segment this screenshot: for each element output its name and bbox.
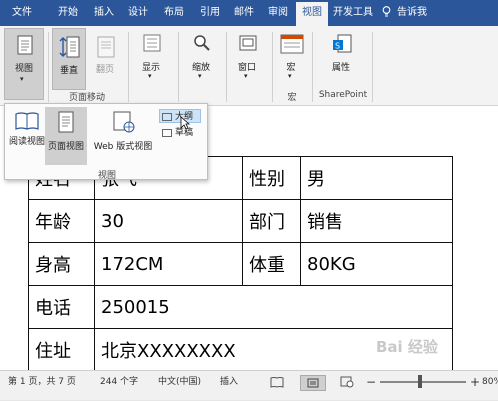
- sharepoint-group-label: SharePoint: [318, 90, 368, 100]
- views-button-label: 视图: [14, 64, 33, 74]
- show-button[interactable]: 显示 ▾: [134, 28, 170, 90]
- outline-icon: [162, 112, 172, 121]
- tab-mailings[interactable]: 邮件: [228, 0, 260, 26]
- window-icon: [239, 35, 257, 51]
- sharepoint-properties-icon: S: [333, 34, 352, 53]
- ribbon-tab-bar: 文件 开始 插入 设计 布局 引用 邮件 审阅 视图 开发工具 告诉我: [0, 0, 498, 26]
- table-cell[interactable]: 30: [94, 199, 243, 243]
- views-dropdown: 阅读视图 页面视图 Web 版式视图 大纲 草稿 视图: [4, 103, 208, 181]
- zoom-slider-thumb[interactable]: [418, 375, 422, 388]
- read-mode-icon: [270, 376, 284, 388]
- show-icon: [143, 34, 161, 52]
- zoom-slider-track[interactable]: [380, 381, 466, 383]
- side-to-side-label: 翻页: [95, 65, 114, 75]
- chevron-down-icon: ▾: [20, 75, 24, 83]
- zoom-out-button[interactable]: −: [366, 371, 376, 401]
- read-mode-status-button[interactable]: [270, 371, 284, 401]
- views-group-label: 视图: [97, 171, 116, 181]
- lightbulb-icon: [382, 6, 391, 17]
- mouse-cursor-icon: [180, 116, 190, 130]
- print-layout-icon: [307, 378, 319, 387]
- table-cell[interactable]: 体重: [242, 242, 301, 286]
- vertical-scroll-icon: [59, 36, 80, 58]
- web-layout-icon: [113, 111, 135, 133]
- web-layout-status-button[interactable]: [340, 371, 354, 401]
- table-cell[interactable]: 部门: [242, 199, 301, 243]
- table-cell[interactable]: 住址: [28, 328, 95, 370]
- print-layout-status-button[interactable]: [300, 375, 326, 391]
- tab-layout[interactable]: 布局: [158, 0, 190, 26]
- web-layout-icon: [340, 376, 354, 387]
- zoom-level[interactable]: 80%: [482, 371, 498, 401]
- vertical-button[interactable]: 垂直: [52, 28, 86, 90]
- insert-mode[interactable]: 插入: [220, 371, 238, 401]
- read-mode-button[interactable]: 阅读视图: [7, 107, 47, 167]
- zoom-button[interactable]: 缩放 ▾: [184, 28, 220, 90]
- table-row: 年龄 30 部门 销售: [28, 199, 453, 243]
- magnifier-icon: [194, 35, 210, 51]
- table-cell[interactable]: 性别: [242, 156, 301, 200]
- properties-label: 属性: [331, 63, 350, 73]
- word-count[interactable]: 244 个字: [100, 371, 138, 401]
- tab-references[interactable]: 引用: [194, 0, 226, 26]
- table-cell[interactable]: 身高: [28, 242, 95, 286]
- vertical-label: 垂直: [59, 66, 78, 76]
- side-to-side-button[interactable]: 翻页: [90, 28, 122, 90]
- macros-button[interactable]: 宏 ▾: [276, 28, 308, 90]
- tell-me-box[interactable]: 告诉我: [382, 0, 427, 26]
- properties-button[interactable]: S 属性: [322, 28, 362, 90]
- table-row: 电话 250015: [28, 285, 453, 329]
- chevron-down-icon: ▾: [198, 72, 202, 80]
- macros-group-label: 宏: [287, 93, 297, 103]
- read-mode-label: 阅读视图: [9, 137, 46, 147]
- tell-me-label: 告诉我: [397, 7, 427, 18]
- page-movement-group-label: 页面移动: [68, 93, 105, 103]
- chevron-down-icon: ▾: [288, 72, 292, 80]
- status-bar: 第 1 页，共 7 页 244 个字 中文(中国) 插入 − + 80%: [0, 370, 498, 400]
- zoom-in-button[interactable]: +: [470, 371, 480, 401]
- chevron-down-icon: ▾: [244, 72, 248, 80]
- macros-icon: [280, 34, 304, 54]
- chevron-down-icon: ▾: [148, 72, 152, 80]
- print-layout-label: 页面视图: [47, 142, 84, 152]
- web-layout-label: Web 版式视图: [93, 142, 153, 152]
- language-indicator[interactable]: 中文(中国): [158, 371, 201, 401]
- svg-text:S: S: [335, 42, 340, 51]
- tab-review[interactable]: 审阅: [262, 0, 294, 26]
- side-to-side-icon: [97, 36, 115, 58]
- window-button[interactable]: 窗口 ▾: [230, 28, 266, 90]
- table-cell[interactable]: 80KG: [300, 242, 453, 286]
- web-layout-button[interactable]: Web 版式视图: [89, 107, 157, 165]
- print-layout-icon: [58, 111, 74, 133]
- table-cell[interactable]: 电话: [28, 285, 95, 329]
- tab-insert[interactable]: 插入: [88, 0, 120, 26]
- table-cell[interactable]: 男: [300, 156, 453, 200]
- tab-design[interactable]: 设计: [122, 0, 154, 26]
- tab-developer[interactable]: 开发工具: [330, 0, 376, 26]
- ribbon-view: 视图 ▾ 垂直 翻页 页面移动 显示 ▾ 缩放 ▾ 窗口 ▾ 宏 ▾ 宏 S 属…: [0, 26, 498, 106]
- print-layout-button[interactable]: 页面视图: [45, 107, 87, 165]
- page-count[interactable]: 第 1 页，共 7 页: [8, 371, 76, 401]
- draft-icon: [162, 128, 172, 137]
- table-cell[interactable]: 年龄: [28, 199, 95, 243]
- table-cell[interactable]: 销售: [300, 199, 453, 243]
- tab-home[interactable]: 开始: [52, 0, 84, 26]
- tab-file[interactable]: 文件: [4, 0, 40, 26]
- table-row: 身高 172CM 体重 80KG: [28, 242, 453, 286]
- read-mode-icon: [15, 112, 39, 130]
- views-button[interactable]: 视图 ▾: [4, 28, 44, 100]
- table-cell[interactable]: 172CM: [94, 242, 243, 286]
- document-icon: [17, 35, 33, 55]
- tab-view[interactable]: 视图: [296, 2, 328, 26]
- watermark-logo: Bai 经验: [376, 338, 438, 356]
- table-cell[interactable]: 250015: [94, 285, 453, 329]
